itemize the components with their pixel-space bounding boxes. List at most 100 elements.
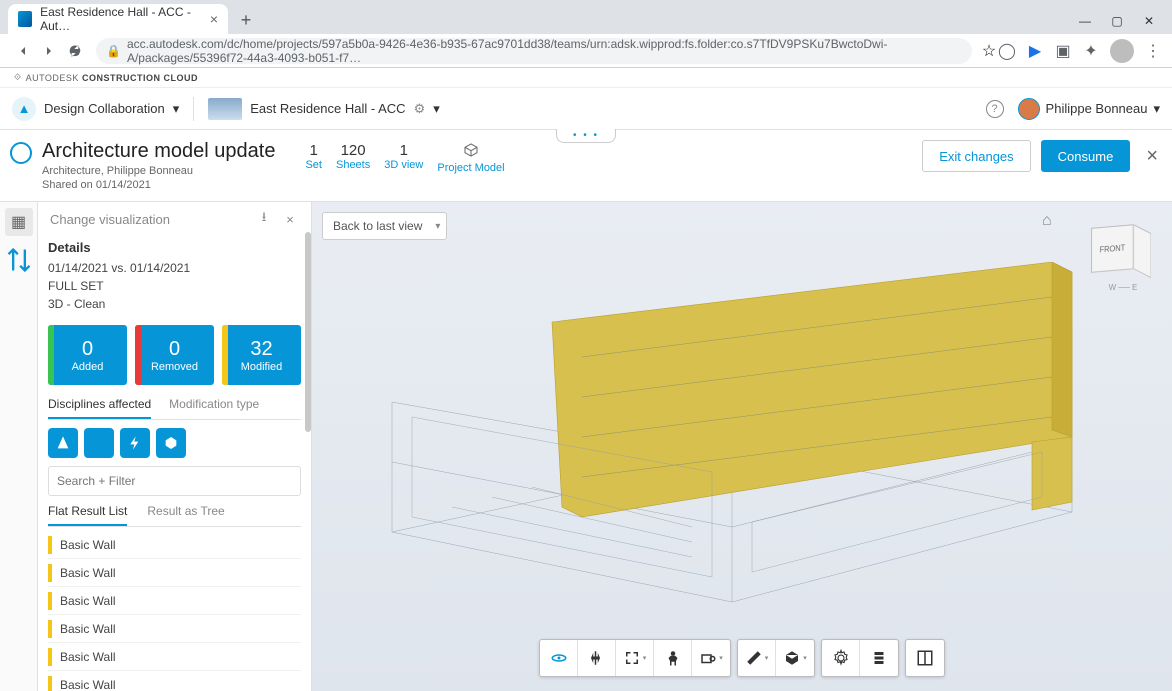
split-view-button[interactable] [906, 640, 944, 676]
tab-close-icon[interactable]: × [210, 11, 218, 27]
panel-grid-icon: ▦ [11, 212, 26, 232]
module-switcher[interactable]: ▲ Design Collaboration ▾ [12, 97, 179, 121]
compare-button[interactable] [5, 246, 33, 274]
added-card[interactable]: 0Added [48, 325, 127, 385]
download-button[interactable]: ⭳ [255, 210, 273, 228]
model-viewport[interactable]: Back to last view ⌂ TOP FRONT W ── E [312, 202, 1172, 691]
favicon-icon [18, 11, 32, 27]
stat-project-model[interactable]: Project Model [437, 142, 504, 174]
separator [193, 97, 194, 121]
meta-shared: Shared on 01/14/2021 [42, 179, 275, 191]
user-menu[interactable]: Philippe Bonneau ▾ [1018, 98, 1160, 120]
detail-dates: 01/14/2021 vs. 01/14/2021 [48, 259, 301, 277]
orbit-button[interactable] [540, 640, 578, 676]
tab-modification-type[interactable]: Modification type [169, 397, 259, 419]
cube-icon [463, 142, 479, 158]
brand-strip: ⟐ AUTODESK CONSTRUCTION CLOUD [0, 68, 1172, 88]
module-label: Design Collaboration [44, 101, 165, 116]
result-item[interactable]: Basic Wall [48, 559, 301, 587]
settings-button[interactable] [822, 640, 860, 676]
result-item[interactable]: Basic Wall [48, 587, 301, 615]
chevron-down-icon: ▾ [433, 101, 440, 117]
section-button[interactable]: ▾ [776, 640, 814, 676]
tab-tree[interactable]: Result as Tree [147, 504, 224, 526]
minimize-button[interactable]: ― [1078, 14, 1092, 28]
ext-square-icon[interactable]: ▣ [1054, 42, 1072, 60]
modified-card[interactable]: 32Modified [222, 325, 301, 385]
back-to-last-view-button[interactable]: Back to last view [322, 212, 447, 240]
disc-architecture-icon[interactable] [48, 428, 78, 458]
browser-tab-bar: East Residence Hall - ACC - Aut… × + ― ▢… [0, 0, 1172, 34]
chrome-menu-icon[interactable]: ⋮ [1144, 42, 1162, 60]
panel-scrollbar[interactable] [305, 232, 311, 432]
zoom-button[interactable]: ▾ [616, 640, 654, 676]
chevron-down-icon: ▾ [173, 101, 180, 117]
extension-icons: ◯ ▶ ▣ ✦ ⋮ [998, 39, 1162, 63]
explode-button[interactable] [860, 640, 898, 676]
url-field[interactable]: 🔒 acc.autodesk.com/dc/home/projects/597a… [96, 38, 972, 64]
details-heading: Details [48, 240, 301, 255]
project-gear-icon: ⚙ [414, 101, 426, 117]
address-bar: 🔒 acc.autodesk.com/dc/home/projects/597a… [0, 34, 1172, 68]
pan-button[interactable] [578, 640, 616, 676]
project-switcher[interactable]: East Residence Hall - ACC ⚙ ▾ [208, 98, 440, 120]
stat-set[interactable]: 1Set [305, 142, 322, 174]
tab-flat-list[interactable]: Flat Result List [48, 504, 127, 526]
model-render [332, 262, 1132, 642]
exit-changes-button[interactable]: Exit changes [922, 140, 1030, 172]
collapse-handle[interactable]: • • • [556, 129, 616, 143]
app-bar: ▲ Design Collaboration ▾ East Residence … [0, 88, 1172, 130]
disc-electrical-icon[interactable] [120, 428, 150, 458]
result-item[interactable]: Basic Wall [48, 643, 301, 671]
profile-avatar-icon[interactable] [1110, 39, 1134, 63]
result-item[interactable]: Basic Wall [48, 531, 301, 559]
home-view-button[interactable]: ⌂ [1042, 212, 1062, 232]
compare-icon [5, 246, 33, 274]
forward-button[interactable] [36, 38, 62, 64]
result-list: Basic Wall Basic Wall Basic Wall Basic W… [48, 531, 301, 691]
close-panel-button[interactable]: × [1146, 145, 1158, 168]
reload-button[interactable] [62, 38, 88, 64]
star-icon[interactable]: ☆ [980, 42, 998, 60]
stat-sheets[interactable]: 120Sheets [336, 142, 370, 174]
project-name: East Residence Hall - ACC [250, 101, 405, 116]
search-filter-input[interactable] [48, 466, 301, 496]
back-button[interactable] [10, 38, 36, 64]
disc-mechanical-icon[interactable] [156, 428, 186, 458]
result-item[interactable]: Basic Wall [48, 671, 301, 691]
brand-product: CONSTRUCTION CLOUD [82, 73, 198, 83]
new-tab-button[interactable]: + [232, 6, 260, 34]
changes-panel-button[interactable]: ▦ [5, 208, 33, 236]
panel-title: Change visualization [50, 212, 170, 227]
detail-view: 3D - Clean [48, 295, 301, 313]
close-window-button[interactable]: ✕ [1142, 14, 1156, 28]
brand-company: AUTODESK [26, 73, 79, 83]
page-title: Architecture model update [42, 140, 275, 163]
window-controls: ― ▢ ✕ [1078, 14, 1164, 34]
package-header: Architecture model update Architecture, … [0, 130, 1172, 202]
first-person-button[interactable] [654, 640, 692, 676]
camera-button[interactable]: ▾ [692, 640, 730, 676]
changes-panel: Change visualization ⭳ × Details 01/14/2… [38, 202, 312, 691]
left-rail: ▦ [0, 202, 38, 691]
project-thumb-icon [208, 98, 242, 120]
maximize-button[interactable]: ▢ [1110, 14, 1124, 28]
ext-puzzle-icon[interactable]: ✦ [1082, 42, 1100, 60]
consume-button[interactable]: Consume [1041, 140, 1131, 172]
viewer-toolbar: ▾ ▾ ▾ ▾ [539, 639, 945, 677]
measure-button[interactable]: ▾ [738, 640, 776, 676]
browser-tab[interactable]: East Residence Hall - ACC - Aut… × [8, 4, 228, 34]
removed-card[interactable]: 0Removed [135, 325, 214, 385]
cube-right-face[interactable] [1134, 224, 1151, 278]
disc-structural-icon[interactable] [84, 428, 114, 458]
tab-disciplines[interactable]: Disciplines affected [48, 397, 151, 419]
module-icon: ▲ [12, 97, 36, 121]
ext-circle-icon[interactable]: ◯ [998, 42, 1016, 60]
result-item[interactable]: Basic Wall [48, 615, 301, 643]
ext-play-icon[interactable]: ▶ [1026, 42, 1044, 60]
user-avatar-icon [1018, 98, 1040, 120]
close-panel-icon[interactable]: × [281, 210, 299, 228]
help-button[interactable]: ? [986, 100, 1004, 118]
meta-author: Architecture, Philippe Bonneau [42, 165, 275, 177]
stat-3dview[interactable]: 13D view [384, 142, 423, 174]
